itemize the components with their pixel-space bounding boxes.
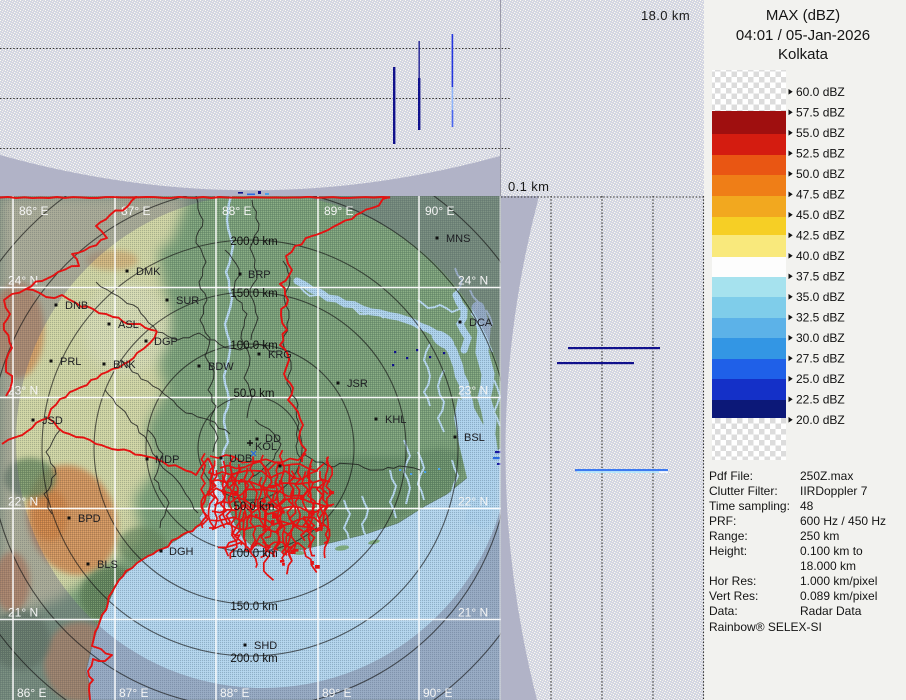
svg-text:BDW: BDW — [208, 361, 234, 373]
svg-text:88° E: 88° E — [222, 204, 251, 218]
svg-text:55.0 dBZ: 55.0 dBZ — [796, 126, 845, 140]
svg-text:40.0 dBZ: 40.0 dBZ — [796, 249, 845, 263]
svg-text:DNB: DNB — [65, 300, 88, 312]
svg-text:DMK: DMK — [136, 266, 161, 278]
svg-text:27.5 dBZ: 27.5 dBZ — [796, 352, 845, 366]
svg-text:200.0 km: 200.0 km — [230, 236, 277, 248]
svg-text:86° E: 86° E — [19, 204, 48, 218]
svg-text:PRL: PRL — [60, 356, 81, 368]
svg-text:50.0 km: 50.0 km — [234, 388, 275, 400]
svg-text:24° N: 24° N — [8, 274, 38, 288]
svg-text:100.0 km: 100.0 km — [230, 340, 277, 352]
svg-text:50.0 dBZ: 50.0 dBZ — [796, 167, 845, 181]
svg-text:45.0 dBZ: 45.0 dBZ — [796, 208, 845, 222]
svg-text:57.5 dBZ: 57.5 dBZ — [796, 106, 845, 120]
svg-text:21° N: 21° N — [458, 606, 488, 620]
svg-text:87° E: 87° E — [119, 686, 148, 700]
svg-text:86° E: 86° E — [17, 686, 46, 700]
svg-text:DGP: DGP — [154, 336, 178, 348]
svg-text:35.0 dBZ: 35.0 dBZ — [796, 290, 845, 304]
svg-text:150.0 km: 150.0 km — [230, 288, 277, 300]
svg-text:90° E: 90° E — [425, 204, 454, 218]
svg-text:DGH: DGH — [169, 546, 194, 558]
svg-text:150.0 km: 150.0 km — [230, 601, 277, 613]
svg-text:ASL: ASL — [118, 319, 139, 331]
svg-text:200.0 km: 200.0 km — [230, 653, 277, 665]
svg-text:JSD: JSD — [42, 415, 63, 427]
svg-text:89° E: 89° E — [322, 686, 351, 700]
svg-text:30.0 dBZ: 30.0 dBZ — [796, 331, 845, 345]
svg-text:100.0 km: 100.0 km — [230, 548, 277, 560]
svg-text:BNK: BNK — [113, 359, 136, 371]
svg-text:20.0 dBZ: 20.0 dBZ — [796, 413, 845, 427]
svg-text:22.5 dBZ: 22.5 dBZ — [796, 393, 845, 407]
svg-text:23° N: 23° N — [8, 384, 38, 398]
svg-text:87° E: 87° E — [121, 204, 150, 218]
svg-text:SHD: SHD — [254, 640, 277, 652]
svg-text:BSL: BSL — [464, 432, 485, 444]
svg-text:BPD: BPD — [78, 513, 101, 525]
svg-text:60.0 dBZ: 60.0 dBZ — [796, 85, 845, 99]
svg-text:32.5 dBZ: 32.5 dBZ — [796, 311, 845, 325]
svg-text:37.5 dBZ: 37.5 dBZ — [796, 270, 845, 284]
svg-text:UDB: UDB — [229, 453, 252, 465]
svg-text:24° N: 24° N — [458, 274, 488, 288]
svg-text:21° N: 21° N — [8, 606, 38, 620]
svg-text:MDP: MDP — [155, 454, 179, 466]
svg-text:DD: DD — [265, 433, 281, 445]
svg-text:SUR: SUR — [176, 295, 199, 307]
svg-text:23° N: 23° N — [458, 384, 488, 398]
svg-text:52.5 dBZ: 52.5 dBZ — [796, 147, 845, 161]
svg-text:MNS: MNS — [446, 233, 470, 245]
svg-text:BRP: BRP — [248, 269, 271, 281]
svg-text:42.5 dBZ: 42.5 dBZ — [796, 229, 845, 243]
svg-text:22° N: 22° N — [8, 495, 38, 509]
svg-text:22° N: 22° N — [458, 495, 488, 509]
svg-text:47.5 dBZ: 47.5 dBZ — [796, 188, 845, 202]
svg-text:DCA: DCA — [469, 317, 493, 329]
svg-text:25.0 dBZ: 25.0 dBZ — [796, 372, 845, 386]
svg-text:KHL: KHL — [385, 414, 406, 426]
svg-text:89° E: 89° E — [324, 204, 353, 218]
svg-text:88° E: 88° E — [220, 686, 249, 700]
svg-text:BLS: BLS — [97, 559, 118, 571]
svg-text:90° E: 90° E — [423, 686, 452, 700]
svg-text:50.0 km: 50.0 km — [234, 501, 275, 513]
svg-text:JSR: JSR — [347, 378, 368, 390]
